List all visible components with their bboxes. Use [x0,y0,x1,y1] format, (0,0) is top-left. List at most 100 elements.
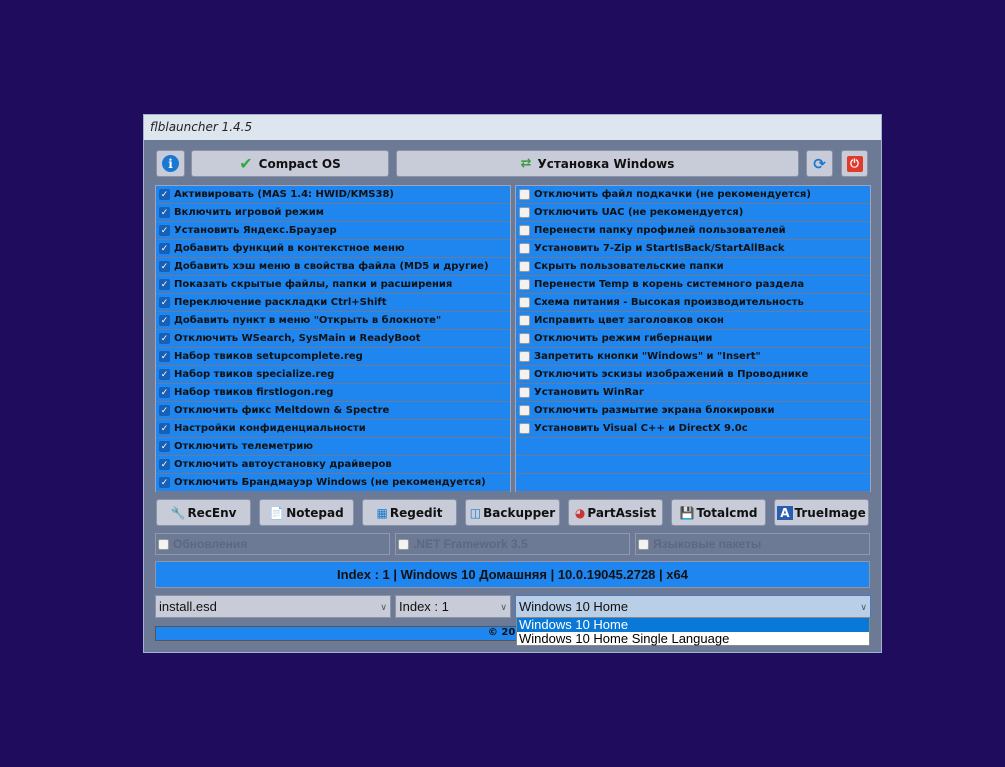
dropdown-option[interactable]: Windows 10 Home Single Language [517,632,869,646]
checkbox[interactable]: ✓ [159,189,170,200]
tweak-row[interactable]: Отключить эскизы изображений в Проводник… [516,366,870,384]
checkbox[interactable] [519,225,530,236]
checkbox[interactable]: ✓ [159,279,170,290]
tweak-row[interactable]: ✓ Отключить Брандмауэр Windows (не рекоме… [156,474,510,492]
checkbox[interactable]: ✓ [159,405,170,416]
checkbox[interactable]: ✓ [159,351,170,362]
checkbox[interactable] [519,333,530,344]
tweak-label: Отключить эскизы изображений в Проводник… [534,369,809,380]
tweak-label: Скрыть пользовательские папки [534,261,724,272]
tweak-label: Добавить функций в контекстное меню [174,243,405,254]
checkbox[interactable] [519,279,530,290]
tweak-row[interactable]: ✓ Набор твиков setupcomplete.reg [156,348,510,366]
checkbox[interactable] [519,423,530,434]
title-bar: flblauncher 1.4.5 [144,115,881,140]
checkbox[interactable] [519,297,530,308]
checkbox[interactable] [519,369,530,380]
tweak-label: Отключить размытие экрана блокировки [534,405,775,416]
checkbox[interactable] [519,189,530,200]
checkbox[interactable]: ✓ [159,387,170,398]
tweak-row[interactable]: ✓ Установить Яндекс.Браузер [156,222,510,240]
tweak-label: Отключить Брандмауэр Windows (не рекомен… [174,477,486,488]
checkbox[interactable]: ✓ [159,297,170,308]
tweak-row[interactable]: ✓ Настройки конфиденциальности [156,420,510,438]
option-netfx[interactable]: .NET Framework 3.5 [395,533,630,555]
checkbox[interactable] [519,351,530,362]
checkbox[interactable]: ✓ [159,369,170,380]
tweak-row[interactable]: ✓ Добавить функций в контекстное меню [156,240,510,258]
notepad-icon: 📄 [269,505,285,520]
checkbox[interactable]: ✓ [159,243,170,254]
checkbox[interactable]: ✓ [159,315,170,326]
tweak-row[interactable]: ✓ Переключение раскладки Ctrl+Shift [156,294,510,312]
tweak-row[interactable]: Скрыть пользовательские папки [516,258,870,276]
tweak-row[interactable]: Установить WinRar [516,384,870,402]
tweak-label: Настройки конфиденциальности [174,423,366,434]
file-combo[interactable]: install.esd ∨ [155,595,391,618]
tweak-label: Показать скрытые файлы, папки и расширен… [174,279,453,290]
checkbox[interactable]: ✓ [159,333,170,344]
index-combo[interactable]: Index : 1 ∨ [395,595,511,618]
totalcmd-button[interactable]: 💾 Totalcmd [671,499,766,526]
tweak-row[interactable]: ✓ Показать скрытые файлы, папки и расшире… [156,276,510,294]
tweak-label: Отключить автоустановку драйверов [174,459,392,470]
tweak-row[interactable]: ✓ Отключить фикс Meltdown & Spectre [156,402,510,420]
tweak-row[interactable]: Исправить цвет заголовков окон [516,312,870,330]
tweak-row[interactable]: ✓ Набор твиков firstlogon.reg [156,384,510,402]
tool-label: PartAssist [587,505,657,520]
tweak-row[interactable]: ✓ Активировать (MAS 1.4: HWID/KMS38) [156,186,510,204]
tweak-row[interactable]: ✓ Включить игровой режим [156,204,510,222]
tweak-row[interactable]: Перенести папку профилей пользователей [516,222,870,240]
refresh-button[interactable]: ⟳ [806,150,833,177]
tweak-row[interactable]: Установить Visual C++ и DirectX 9.0c [516,420,870,438]
tweak-row[interactable]: Установить 7-Zip и StartIsBack/StartAllB… [516,240,870,258]
checkbox[interactable] [519,261,530,272]
recenv-button[interactable]: 🔧 RecEnv [156,499,251,526]
tweak-row[interactable]: ✓ Отключить автоустановку драйверов [156,456,510,474]
checkbox[interactable]: ✓ [159,441,170,452]
backupper-icon: ◫ [469,505,482,520]
checkbox[interactable]: ✓ [159,477,170,488]
option-updates[interactable]: Обновления [155,533,390,555]
tweak-row[interactable]: ✓ Добавить хэш меню в свойства файла (MD5… [156,258,510,276]
tweak-row[interactable]: Отключить размытие экрана блокировки [516,402,870,420]
chevron-down-icon: ∨ [860,602,867,612]
checkbox[interactable]: ✓ [159,423,170,434]
checkbox[interactable]: ✓ [159,207,170,218]
tweak-row[interactable]: ✓ Отключить WSearch, SysMain и ReadyBoot [156,330,510,348]
install-windows-button[interactable]: ⇄ Установка Windows [396,150,799,177]
tool-label: RecEnv [187,505,237,520]
tweak-row[interactable]: ✓ Добавить пункт в меню "Открыть в блокно… [156,312,510,330]
checkbox[interactable] [519,315,530,326]
compact-os-button[interactable]: ✔ Compact OS [191,150,389,177]
tweak-row[interactable]: ✓ Отключить телеметрию [156,438,510,456]
option-language-packs[interactable]: Языковые пакеты [635,533,870,555]
checkbox[interactable]: ✓ [159,261,170,272]
notepad-button[interactable]: 📄 Notepad [259,499,354,526]
trueimage-button[interactable]: A TrueImage [774,499,869,526]
tool-label: Totalcmd [696,505,758,520]
edition-combo[interactable]: Windows 10 Home ∨ [515,595,871,618]
tweak-row[interactable]: Запретить кнопки "Windows" и "Insert" [516,348,870,366]
backupper-button[interactable]: ◫ Backupper [465,499,560,526]
dropdown-option[interactable]: Windows 10 Home [517,618,869,632]
tweak-row[interactable]: Схема питания - Высокая производительнос… [516,294,870,312]
checkbox[interactable]: ✓ [159,459,170,470]
checkbox[interactable] [519,405,530,416]
tweak-row[interactable]: Отключить UAC (не рекомендуется) [516,204,870,222]
image-info-bar: Index : 1 | Windows 10 Домашняя | 10.0.1… [155,561,870,588]
tweak-row[interactable]: Отключить режим гибернации [516,330,870,348]
tool-label: Backupper [483,505,556,520]
checkbox[interactable] [519,243,530,254]
checkbox[interactable]: ✓ [159,225,170,236]
partassist-button[interactable]: ◕ PartAssist [568,499,663,526]
checkbox[interactable] [519,207,530,218]
tweak-row[interactable]: Перенести Temp в корень системного разде… [516,276,870,294]
info-button[interactable]: i [156,150,185,177]
regedit-button[interactable]: ▦ Regedit [362,499,457,526]
tweak-row[interactable]: Отключить файл подкачки (не рекомендуетс… [516,186,870,204]
power-button[interactable]: ⏻ [841,150,868,177]
tweak-row[interactable]: ✓ Набор твиков specialize.reg [156,366,510,384]
checkbox[interactable] [519,387,530,398]
tweak-label: Установить WinRar [534,387,644,398]
